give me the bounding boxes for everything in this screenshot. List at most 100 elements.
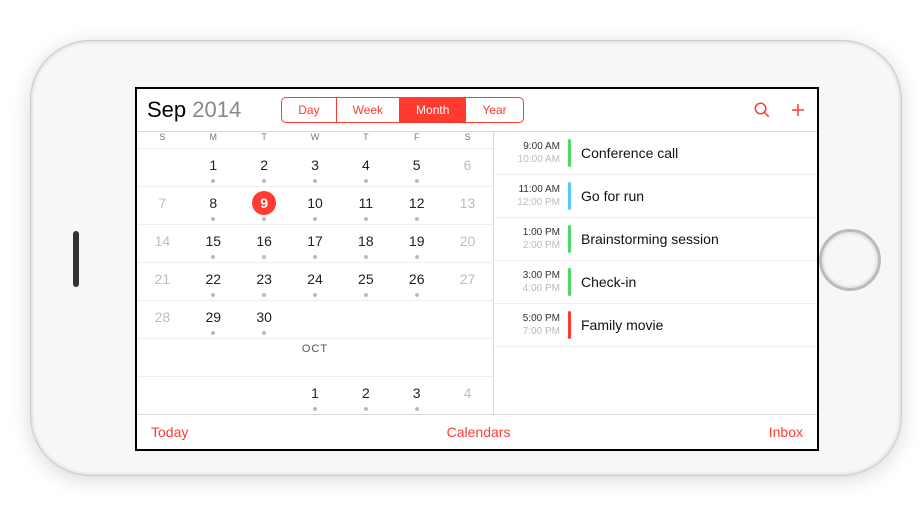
- calendar-day[interactable]: 2: [340, 376, 391, 414]
- event-color-bar: [568, 225, 571, 253]
- dow-label: T: [340, 132, 391, 148]
- day-number: 11: [354, 191, 378, 215]
- calendar-day[interactable]: 19: [391, 224, 442, 262]
- event-row[interactable]: 9:00 AM10:00 AMConference call: [494, 132, 817, 175]
- event-dot: [211, 217, 215, 221]
- home-button[interactable]: [819, 229, 881, 291]
- calendar-day[interactable]: 3: [290, 148, 341, 186]
- day-number: 10: [303, 191, 327, 215]
- event-dot: [364, 255, 368, 259]
- inbox-button[interactable]: Inbox: [769, 424, 803, 440]
- event-color-bar: [568, 139, 571, 167]
- day-number: 2: [252, 153, 276, 177]
- search-icon[interactable]: [753, 101, 771, 119]
- calendar-day[interactable]: 6: [442, 148, 493, 186]
- screen: Sep 2014 DayWeekMonthYear SMTWTFS 123456…: [135, 87, 819, 451]
- event-dot: [262, 179, 266, 183]
- calendar-day[interactable]: 26: [391, 262, 442, 300]
- calendar-day: [188, 376, 239, 414]
- calendar-day[interactable]: 25: [340, 262, 391, 300]
- segment-day[interactable]: Day: [282, 98, 336, 122]
- event-dot: [211, 293, 215, 297]
- calendar-day[interactable]: 21: [137, 262, 188, 300]
- event-title: Go for run: [581, 188, 644, 204]
- event-dot: [364, 293, 368, 297]
- main: SMTWTFS 12345678910111213141516171819202…: [137, 132, 817, 414]
- segment-month[interactable]: Month: [400, 98, 466, 122]
- calendar-day[interactable]: 30: [239, 300, 290, 338]
- event-dot: [313, 293, 317, 297]
- view-segmented-control[interactable]: DayWeekMonthYear: [281, 97, 523, 123]
- segment-week[interactable]: Week: [337, 98, 400, 122]
- calendar-day[interactable]: 22: [188, 262, 239, 300]
- calendar-day: [442, 300, 493, 338]
- calendar-day[interactable]: 17: [290, 224, 341, 262]
- device-frame: Sep 2014 DayWeekMonthYear SMTWTFS 123456…: [30, 40, 902, 476]
- calendar-day[interactable]: 7: [137, 186, 188, 224]
- day-number: 16: [252, 229, 276, 253]
- event-title: Family movie: [581, 317, 663, 333]
- calendar-day[interactable]: 28: [137, 300, 188, 338]
- day-number: 30: [252, 305, 276, 329]
- calendar-day[interactable]: 23: [239, 262, 290, 300]
- calendar-day[interactable]: 12: [391, 186, 442, 224]
- calendar-day[interactable]: 2: [239, 148, 290, 186]
- calendar-day[interactable]: 11: [340, 186, 391, 224]
- event-row[interactable]: 5:00 PM7:00 PM Family movie: [494, 304, 817, 347]
- day-number: 18: [354, 229, 378, 253]
- calendar-day[interactable]: 20: [442, 224, 493, 262]
- calendar-day[interactable]: 9: [239, 186, 290, 224]
- event-color-bar: [568, 268, 571, 296]
- day-number: 29: [201, 305, 225, 329]
- calendar-day[interactable]: 29: [188, 300, 239, 338]
- event-row[interactable]: 1:00 PM2:00 PMBrainstorming session: [494, 218, 817, 261]
- calendar-day: [137, 376, 188, 414]
- calendar-day[interactable]: 5: [391, 148, 442, 186]
- calendar-day[interactable]: 10: [290, 186, 341, 224]
- calendar-day[interactable]: 13: [442, 186, 493, 224]
- calendar-day[interactable]: 18: [340, 224, 391, 262]
- day-number: 9: [252, 191, 276, 215]
- day-number: 5: [405, 153, 429, 177]
- day-number: 28: [150, 305, 174, 329]
- calendar-day[interactable]: 16: [239, 224, 290, 262]
- segment-year[interactable]: Year: [466, 98, 522, 122]
- day-number: 2: [354, 381, 378, 405]
- day-number: 23: [252, 267, 276, 291]
- event-dot: [211, 255, 215, 259]
- day-number: 1: [201, 153, 225, 177]
- today-button[interactable]: Today: [151, 424, 188, 440]
- next-month-label: OCT: [137, 338, 493, 359]
- dow-label: M: [188, 132, 239, 148]
- calendar-pane: SMTWTFS 12345678910111213141516171819202…: [137, 132, 494, 414]
- event-dot: [415, 293, 419, 297]
- event-dot: [211, 179, 215, 183]
- event-row[interactable]: 3:00 PM4:00 PMCheck-in: [494, 261, 817, 304]
- day-number: 4: [354, 153, 378, 177]
- calendar-day[interactable]: 24: [290, 262, 341, 300]
- calendar-day[interactable]: 15: [188, 224, 239, 262]
- calendar-day[interactable]: 4: [442, 376, 493, 414]
- day-number: 24: [303, 267, 327, 291]
- day-number: 3: [303, 153, 327, 177]
- event-dot: [211, 331, 215, 335]
- calendar-day[interactable]: 14: [137, 224, 188, 262]
- day-number: 21: [150, 267, 174, 291]
- calendar-day[interactable]: 8: [188, 186, 239, 224]
- day-number: 22: [201, 267, 225, 291]
- calendar-day[interactable]: 4: [340, 148, 391, 186]
- calendar-grid: 1234567891011121314151617181920212223242…: [137, 148, 493, 414]
- calendar-day[interactable]: 1: [188, 148, 239, 186]
- calendar-day[interactable]: 1: [290, 376, 341, 414]
- page-title: Sep 2014: [147, 97, 241, 123]
- event-row[interactable]: 11:00 AM12:00 PMGo for run: [494, 175, 817, 218]
- day-number: 15: [201, 229, 225, 253]
- event-dot: [415, 217, 419, 221]
- day-number: 17: [303, 229, 327, 253]
- add-event-icon[interactable]: [789, 101, 807, 119]
- event-times: 5:00 PM7:00 PM: [500, 312, 560, 338]
- calendar-day[interactable]: 3: [391, 376, 442, 414]
- calendar-day[interactable]: 27: [442, 262, 493, 300]
- calendars-button[interactable]: Calendars: [188, 424, 768, 440]
- event-dot: [262, 255, 266, 259]
